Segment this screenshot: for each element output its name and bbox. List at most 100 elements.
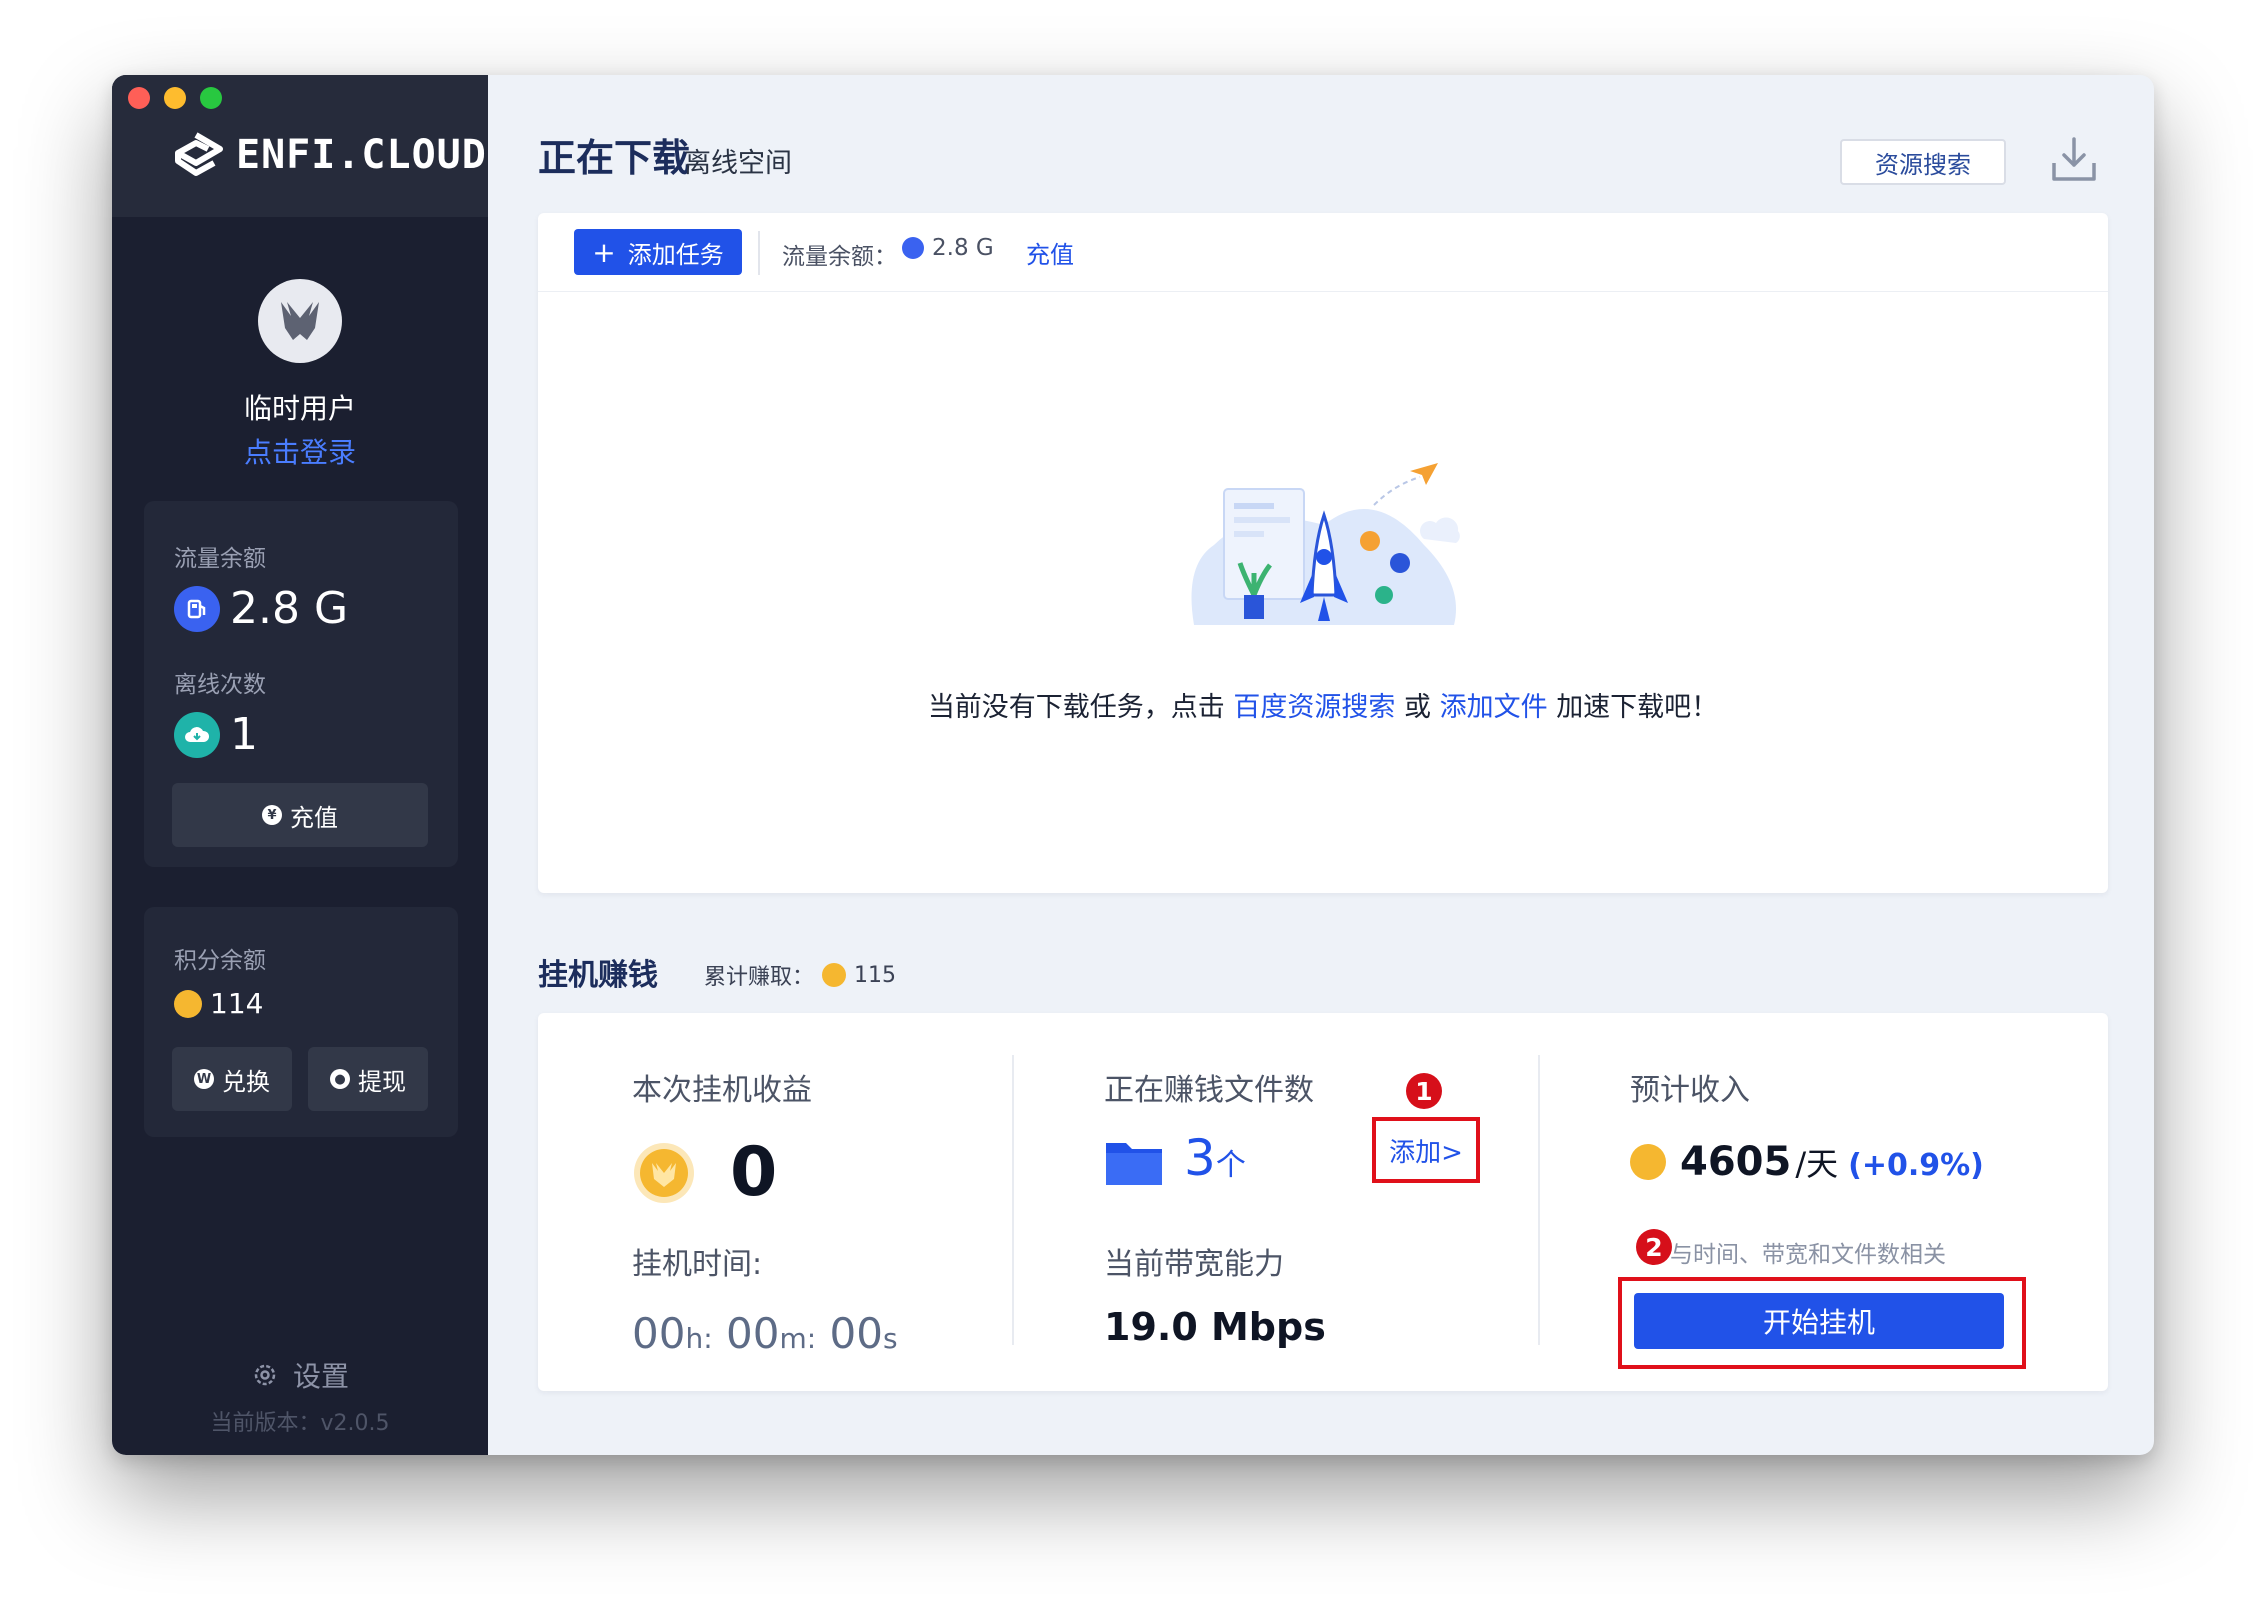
app-logo: ENFI.CLOUD [168,131,487,179]
version-text: 当前版本：v2.0.5 [210,1411,390,1436]
hours: 00 [632,1309,686,1358]
fuel-icon [174,585,220,632]
login-link[interactable]: 点击登录 [112,431,488,471]
close-window-button[interactable] [128,87,150,109]
username: 临时用户 [243,392,356,425]
estimated-income-unit: /天 [1795,1145,1839,1183]
files-count-number: 3 [1184,1129,1216,1187]
empty-state-message: 当前没有下载任务，点击 百度资源搜索 或 添加文件 加速下载吧！ [538,685,2108,724]
yen-icon: ¥ [262,805,282,825]
wolf-avatar-icon [281,302,319,340]
window-controls [128,87,222,109]
traffic-balance-label: 流量余额 [174,546,266,572]
add-task-button[interactable]: + 添加任务 [574,229,742,275]
coin-icon [1630,1144,1666,1180]
empty-or: 或 [1404,692,1431,723]
coin-icon [174,989,202,1018]
points-balance: 114 [174,987,263,1020]
hours-unit: h: [685,1322,713,1355]
empty-prefix: 当前没有下载任务，点击 [927,692,1225,723]
empty-suffix: 加速下载吧！ [1556,692,1719,723]
exchange-button-label: 兑换 [222,1067,270,1096]
estimated-income-label: 预计收入 [1630,1073,1750,1108]
main-content: 正在下载 离线空间 资源搜索 + 添加任务 流量余额： 2.8 G 充值 当前没… [488,75,2154,1455]
bandwidth-label: 当前带宽能力 [1104,1247,1284,1282]
cumulative-earnings: 累计赚取： 115 [704,959,896,991]
add-task-label: 添加任务 [627,240,724,269]
withdraw-button-label: 提现 [358,1067,406,1096]
cloud-icon [174,711,220,758]
logo-text: ENFI.CLOUD [236,132,487,178]
folder-icon [1106,1143,1162,1185]
session-earnings-label: 本次挂机收益 [632,1073,812,1108]
hang-time-value: 00h: 00m: 00s [632,1309,898,1358]
fuel-icon [902,237,924,259]
toolbar-traffic: 2.8 G [902,235,994,261]
bandwidth-value: 19.0 Mbps [1104,1305,1326,1349]
app-window: ENFI.CLOUD 临时用户 点击登录 流量余额 2.8 G 离线次数 1 ¥… [112,75,2154,1455]
tab-offline-space[interactable]: 离线空间 [684,141,792,180]
sidebar: ENFI.CLOUD 临时用户 点击登录 流量余额 2.8 G 离线次数 1 ¥… [112,75,488,1455]
download-icon[interactable] [2048,133,2100,185]
gear-icon [254,1364,276,1386]
column-divider [1538,1055,1540,1345]
annotation-badge-2: 2 [1636,1229,1672,1265]
cumulative-value: 115 [854,962,897,988]
resource-search-button[interactable]: 资源搜索 [1840,139,2006,185]
download-toolbar: + 添加任务 流量余额： 2.8 G 充值 [538,213,2108,292]
annotation-badge-1: 1 [1406,1073,1442,1109]
minutes-unit: m: [779,1322,817,1355]
withdraw-icon: ● [330,1069,350,1089]
earn-section-title: 挂机赚钱 [538,958,658,993]
maximize-window-button[interactable] [200,87,222,109]
column-divider [1012,1055,1014,1345]
download-panel: + 添加任务 流量余额： 2.8 G 充值 当前没有下载任务，点击 百度资源搜索… [538,213,2108,893]
points-card: 积分余额 114 W 兑换 ● 提现 [144,907,458,1137]
coin-icon [822,963,847,987]
start-hanging-button[interactable]: 开始挂机 [1634,1293,2004,1349]
estimated-income-change: (+0.9%) [1848,1148,1984,1183]
minutes: 00 [726,1309,780,1358]
toolbar-traffic-value: 2.8 G [932,235,994,261]
traffic-balance-value: 2.8 G [230,583,349,634]
points-label: 积分余额 [174,948,266,974]
cumulative-label: 累计赚取： [704,965,815,990]
settings-button[interactable]: 设置 [112,1355,488,1395]
files-count-unit: 个 [1215,1148,1246,1183]
estimated-income: 4605 /天 (+0.9%) [1630,1139,1984,1185]
enfi-logo-icon [175,132,223,176]
empty-state-rocket-illustration [1191,463,1460,625]
toolbar-recharge-link[interactable]: 充值 [1026,235,1074,270]
minimize-window-button[interactable] [164,87,186,109]
exchange-icon: W [194,1069,214,1089]
offline-count-label: 离线次数 [174,672,266,698]
session-earnings-value: 0 [730,1133,778,1212]
withdraw-button[interactable]: ● 提现 [308,1047,428,1111]
earning-files-count: 3个 [1184,1129,1246,1187]
settings-label: 设置 [292,1360,349,1393]
tab-downloading[interactable]: 正在下载 [538,127,690,182]
add-files-link[interactable]: 添加> [1372,1117,1480,1183]
plus-icon: + [592,235,616,269]
earning-files-label: 正在赚钱文件数 [1104,1073,1314,1108]
recharge-button-label: 充值 [290,803,338,832]
earn-panel: 本次挂机收益 0 挂机时间: 00h: 00m: 00s 正在赚钱文件数 3个 [538,1013,2108,1391]
estimated-income-value: 4605 [1680,1139,1792,1185]
toolbar-divider [758,231,760,275]
recharge-button[interactable]: ¥ 充值 [172,783,428,847]
traffic-balance: 2.8 G [174,583,348,634]
start-button-highlight: 开始挂机 [1618,1277,2026,1369]
coin-icon [634,1143,694,1203]
add-file-link[interactable]: 添加文件 [1440,692,1548,723]
offline-count: 1 [174,709,258,760]
balance-card: 流量余额 2.8 G 离线次数 1 ¥ 充值 [144,501,458,867]
seconds-unit: s [882,1322,898,1355]
hang-time-label: 挂机时间: [632,1247,763,1282]
exchange-button[interactable]: W 兑换 [172,1047,292,1111]
points-value: 114 [210,987,264,1020]
estimate-hint: 与时间、带宽和文件数相关 [1670,1242,1946,1268]
seconds: 00 [829,1309,883,1358]
avatar[interactable] [258,279,342,363]
baidu-search-link[interactable]: 百度资源搜索 [1233,692,1395,723]
toolbar-traffic-label: 流量余额： [782,244,897,270]
